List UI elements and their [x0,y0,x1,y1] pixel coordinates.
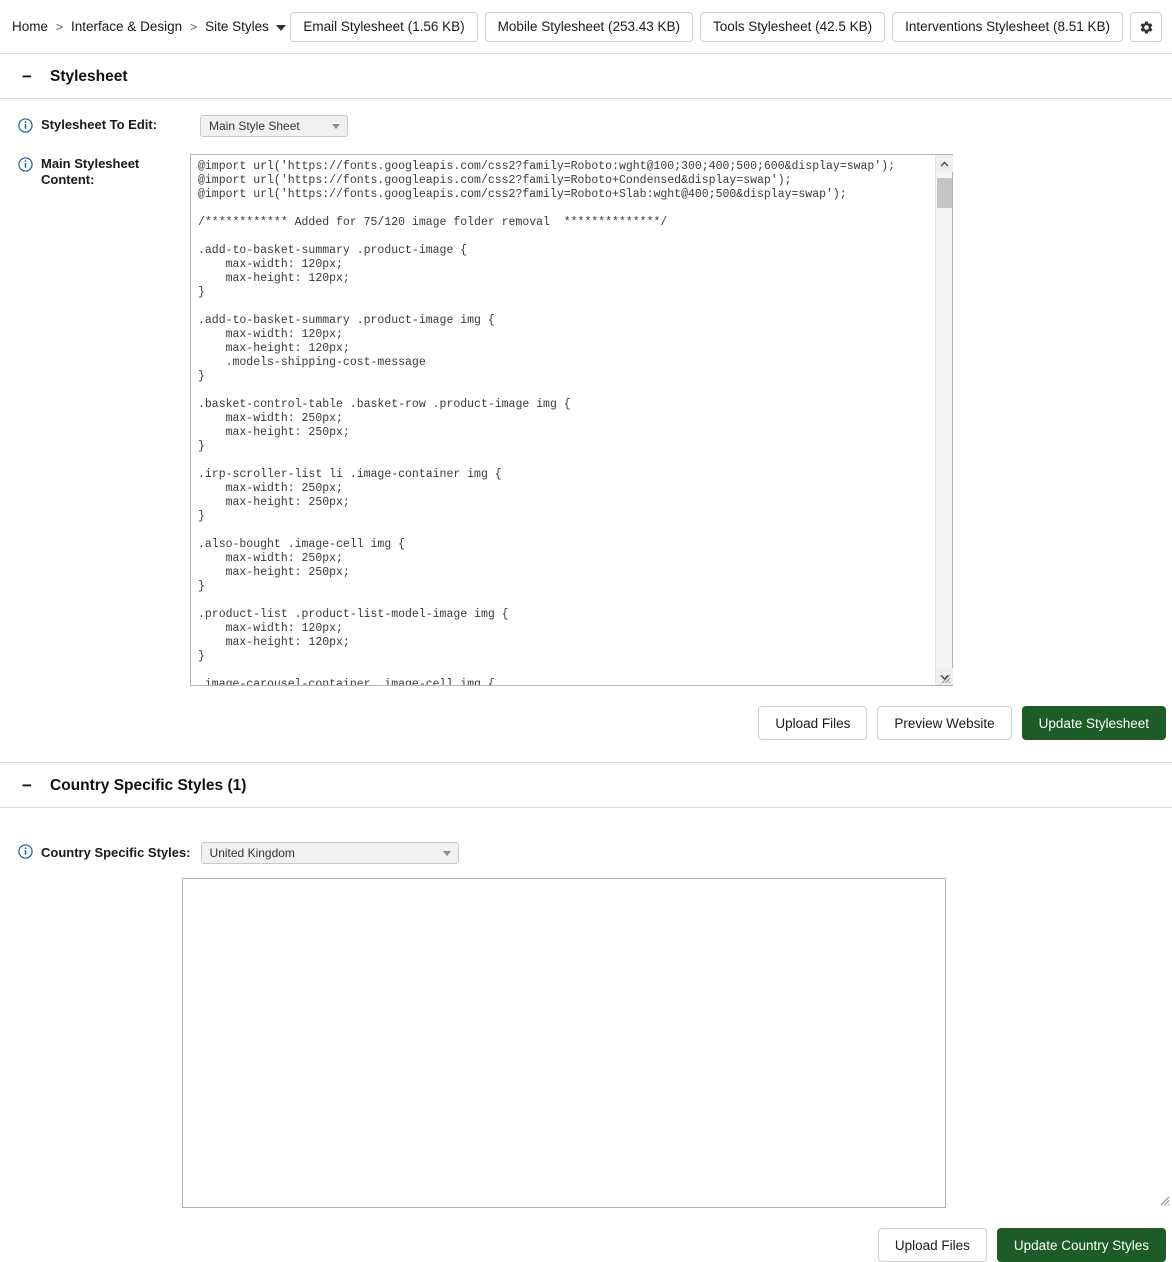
email-stylesheet-button[interactable]: Email Stylesheet (1.56 KB) [290,12,478,42]
scroll-up-arrow-icon[interactable] [936,155,953,172]
country-styles-textarea[interactable] [182,878,946,1208]
stylesheet-collapse-toggle[interactable]: − [20,68,34,85]
country-specific-styles-label: Country Specific Styles: [41,845,191,860]
info-icon[interactable] [18,843,33,864]
stylesheet-section-title: Stylesheet [50,68,128,85]
country-select-wrap: United Kingdom [200,842,459,864]
mobile-stylesheet-button[interactable]: Mobile Stylesheet (253.43 KB) [484,12,694,42]
stylesheet-action-buttons: Upload Files Preview Website Update Styl… [0,686,1172,740]
upload-files-button[interactable]: Upload Files [877,1228,987,1262]
country-specific-styles-row: Country Specific Styles: United Kingdom [0,824,1172,864]
breadcrumb-separator: > [190,19,198,34]
preview-website-button[interactable]: Preview Website [877,706,1012,740]
tools-stylesheet-button[interactable]: Tools Stylesheet (42.5 KB) [700,12,886,42]
textarea-resize-handle[interactable] [1157,1193,1170,1206]
country-section-title: Country Specific Styles (1) [50,777,247,794]
main-stylesheet-content-textarea[interactable]: @import url('https://fonts.googleapis.co… [190,154,953,686]
breadcrumb: Home > Interface & Design > Site Styles [12,19,286,34]
breadcrumb-item-site-styles[interactable]: Site Styles [205,19,269,34]
country-select[interactable]: United Kingdom [200,842,459,864]
gear-icon [1140,20,1152,34]
stylesheet-form: Stylesheet To Edit: Main Style Sheet Mai… [0,99,1172,740]
stylesheet-to-edit-label-group: Stylesheet To Edit: [18,115,190,138]
stylesheet-to-edit-label: Stylesheet To Edit: [41,117,158,132]
country-collapse-toggle[interactable]: − [20,777,34,794]
chevron-down-icon[interactable] [275,24,286,31]
main-stylesheet-content-row: Main Stylesheet Content: @import url('ht… [0,154,1172,686]
main-stylesheet-content-label: Main Stylesheet Content: [41,156,139,188]
breadcrumb-separator: > [56,19,64,34]
main-stylesheet-content-label-line1: Main Stylesheet [41,156,140,171]
update-stylesheet-button[interactable]: Update Stylesheet [1021,706,1166,740]
top-bar: Home > Interface & Design > Site Styles … [0,0,1172,54]
stylesheet-section-header: − Stylesheet [0,54,1172,99]
country-section-header: − Country Specific Styles (1) [0,763,1172,808]
interventions-stylesheet-button[interactable]: Interventions Stylesheet (8.51 KB) [892,12,1123,42]
textarea-resize-handle[interactable] [938,671,951,684]
info-icon[interactable] [18,157,33,177]
upload-files-button[interactable]: Upload Files [758,706,868,740]
breadcrumb-item-interface-design[interactable]: Interface & Design [71,19,182,34]
stylesheet-to-edit-row: Stylesheet To Edit: Main Style Sheet [0,115,1172,138]
breadcrumb-item-home[interactable]: Home [12,19,48,34]
main-stylesheet-content-wrap: @import url('https://fonts.googleapis.co… [190,154,953,686]
scrollbar-thumb[interactable] [937,178,952,208]
stylesheet-to-edit-select[interactable]: Main Style Sheet [200,115,348,137]
main-stylesheet-content-label-group: Main Stylesheet Content: [18,154,190,188]
textarea-scrollbar[interactable] [935,155,953,685]
settings-button[interactable] [1130,12,1162,42]
stylesheet-to-edit-select-wrap: Main Style Sheet [200,115,348,137]
country-styles-content-wrap [182,878,1172,1208]
info-icon[interactable] [18,118,33,138]
update-country-styles-button[interactable]: Update Country Styles [996,1228,1166,1262]
country-form: Country Specific Styles: United Kingdom … [0,808,1172,1262]
main-stylesheet-content-label-line2: Content: [41,172,95,187]
stylesheet-links-group: Email Stylesheet (1.56 KB) Mobile Styles… [290,12,1162,42]
country-label-group: Country Specific Styles: [18,843,191,864]
